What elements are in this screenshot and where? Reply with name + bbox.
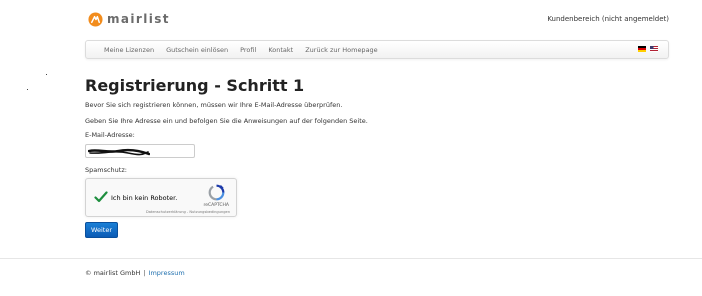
- account-status-link[interactable]: Kundenbereich (nicht angemeldet): [547, 15, 669, 23]
- footer-divider: [0, 258, 702, 259]
- recaptcha-brand: reCAPTCHA: [203, 203, 229, 208]
- recaptcha-logo-icon: [208, 184, 225, 201]
- nav-item-profile[interactable]: Profil: [240, 46, 256, 54]
- mairlist-logo[interactable]: mairlist: [88, 10, 170, 28]
- stray-dot: [27, 89, 28, 90]
- footer-copyright: © mairlist GmbH: [85, 269, 141, 277]
- email-field[interactable]: [85, 144, 195, 158]
- instructions-text: Geben Sie Ihre Adresse ein und befolgen …: [85, 117, 368, 125]
- recaptcha-widget: Ich bin kein Roboter. reCAPTCHA Datensch…: [85, 178, 237, 217]
- recaptcha-terms-links[interactable]: Datenschutzerklärung - Nutzungsbedingung…: [146, 210, 230, 214]
- footer-separator: |: [143, 269, 146, 277]
- page: mairlist Kundenbereich (nicht angemeldet…: [0, 0, 702, 296]
- flag-usa-icon[interactable]: [650, 46, 658, 52]
- intro-text: Bevor Sie sich registrieren können, müss…: [85, 101, 343, 109]
- email-label: E-Mail-Adresse:: [85, 131, 135, 139]
- footer: © mairlist GmbH | Impressum: [85, 269, 185, 277]
- nav-item-contact[interactable]: Kontakt: [268, 46, 293, 54]
- spam-protection-label: Spamschutz:: [85, 166, 127, 174]
- logo-text: mairlist: [107, 12, 170, 26]
- nav-item-homepage[interactable]: Zurück zur Homepage: [305, 46, 377, 54]
- continue-button[interactable]: Weiter: [85, 222, 118, 238]
- captcha-label: Ich bin kein Roboter.: [111, 194, 178, 202]
- checkmark-icon[interactable]: [94, 191, 108, 203]
- logo-mark-icon: [88, 11, 103, 27]
- flag-germany-icon[interactable]: [638, 46, 646, 52]
- nav-item-redeem-voucher[interactable]: Gutschein einlösen: [166, 46, 228, 54]
- impressum-link[interactable]: Impressum: [149, 269, 185, 277]
- page-title: Registrierung - Schritt 1: [85, 76, 305, 95]
- stray-dot: [46, 74, 47, 75]
- nav-item-licenses[interactable]: Meine Lizenzen: [104, 46, 154, 54]
- main-navbar: Meine Lizenzen Gutschein einlösen Profil…: [85, 40, 669, 59]
